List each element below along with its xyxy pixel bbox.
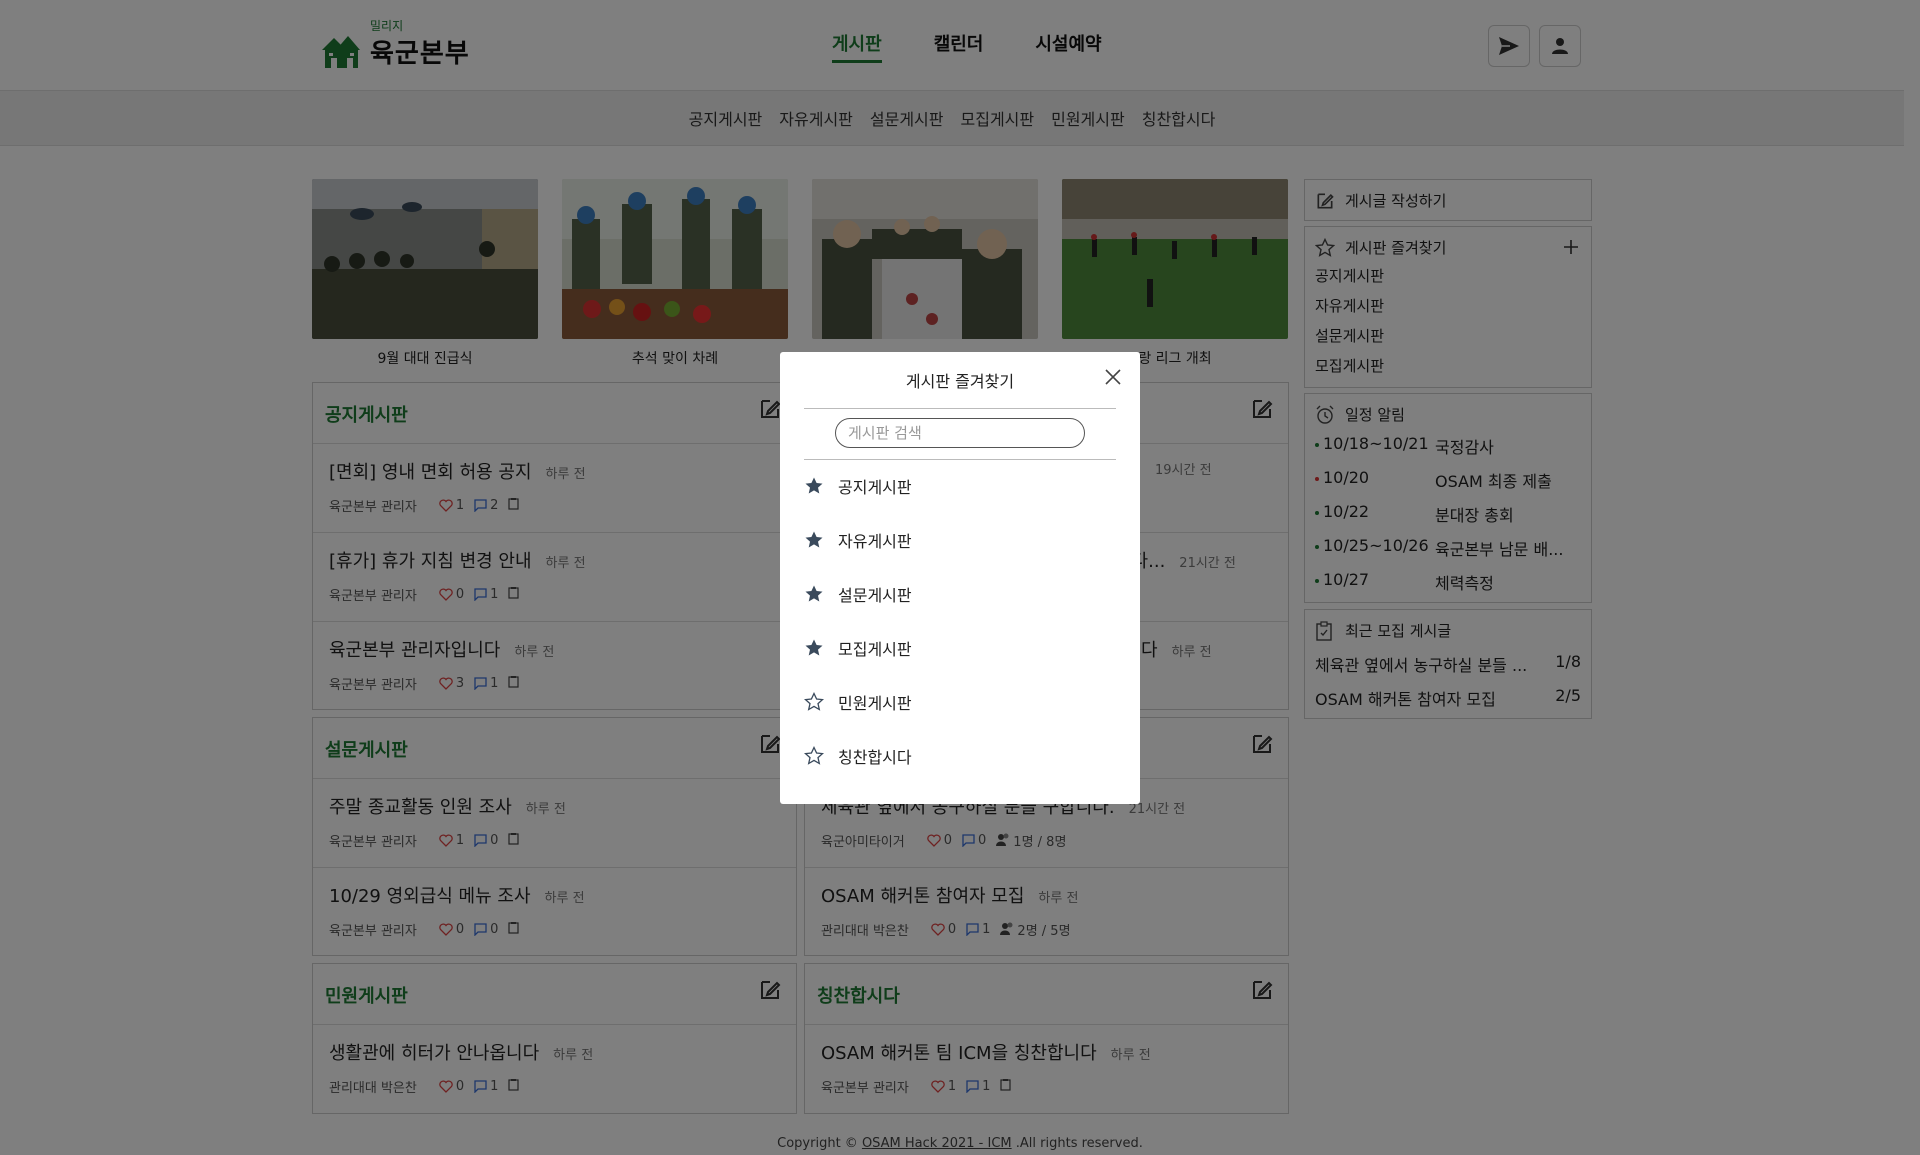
modal-board-label: 모집게시판 — [838, 640, 912, 659]
modal-board-label: 칭찬합시다 — [838, 748, 912, 767]
star-outline-icon[interactable] — [804, 692, 824, 712]
modal-board-label: 설문게시판 — [838, 586, 912, 605]
modal-board-item[interactable]: 설문게시판 — [804, 582, 912, 606]
star-filled-icon[interactable] — [804, 530, 824, 550]
star-outline-icon[interactable] — [804, 746, 824, 766]
modal-board-label: 공지게시판 — [838, 478, 912, 497]
star-filled-icon[interactable] — [804, 584, 824, 604]
modal-board-item[interactable]: 모집게시판 — [804, 636, 912, 660]
modal-board-item[interactable]: 자유게시판 — [804, 528, 912, 552]
modal-board-label: 민원게시판 — [838, 694, 912, 713]
modal-board-item[interactable]: 칭찬합시다 — [804, 744, 912, 768]
modal-title: 게시판 즐겨찾기 — [905, 372, 1015, 391]
modal-board-item[interactable]: 민원게시판 — [804, 690, 912, 714]
close-icon[interactable] — [1104, 368, 1122, 386]
modal-board-item[interactable]: 공지게시판 — [804, 474, 912, 498]
star-filled-icon[interactable] — [804, 638, 824, 658]
favorites-modal: 게시판 즐겨찾기 공지게시판 자유게시판 설문게시판 모집게시판 민원게시판 칭… — [780, 352, 1140, 804]
star-filled-icon[interactable] — [804, 476, 824, 496]
modal-board-label: 자유게시판 — [838, 532, 912, 551]
board-search-input[interactable] — [835, 418, 1085, 448]
